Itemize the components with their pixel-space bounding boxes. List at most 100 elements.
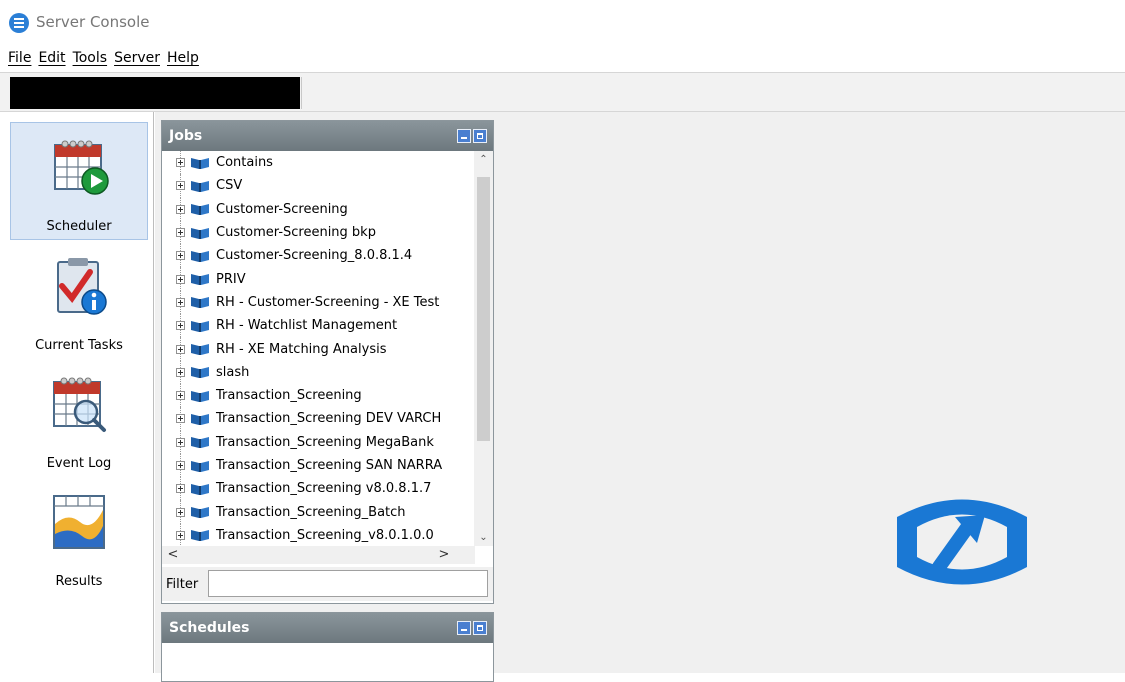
job-book-icon <box>191 367 209 379</box>
nav-current-tasks-label: Current Tasks <box>35 338 123 353</box>
expand-icon[interactable] <box>176 204 185 214</box>
tree-item-label: slash <box>216 364 250 380</box>
menu-help[interactable]: Help <box>167 50 199 72</box>
center-panels: Jobs Contains CSV Customer-Screening Custom… <box>155 112 497 682</box>
menu-bar: File Edit Tools Server Help <box>0 50 199 72</box>
tree-item[interactable]: RH - XE Matching Analysis <box>162 337 475 361</box>
job-book-icon <box>191 204 209 216</box>
tree-item[interactable]: RH - Customer-Screening - XE Test <box>162 290 475 315</box>
expand-icon[interactable] <box>176 367 185 377</box>
left-navigation: Scheduler Current Tasks Event Log Result… <box>0 112 154 673</box>
expand-icon[interactable] <box>176 484 185 494</box>
minimize-icon[interactable] <box>457 621 471 635</box>
scroll-right-icon[interactable]: > <box>435 546 453 564</box>
title-bar: Server Console <box>0 0 1125 44</box>
tree-item-label: Transaction_Screening_v8.0.1.0.0 <box>216 527 434 543</box>
filter-label: Filter <box>166 577 199 592</box>
tree-item-label: Transaction_Screening MegaBank <box>216 434 434 450</box>
calendar-magnifier-icon <box>53 377 106 432</box>
expand-icon[interactable] <box>176 344 185 354</box>
expand-icon[interactable] <box>176 321 185 331</box>
expand-icon[interactable] <box>176 507 185 517</box>
menu-tools[interactable]: Tools <box>73 50 108 72</box>
brand-logo-icon <box>897 499 1027 585</box>
tree-item[interactable]: Customer-Screening_8.0.8.1.4 <box>162 244 475 268</box>
tree-item[interactable]: Transaction_Screening_v8.0.1.0.0 <box>162 523 475 546</box>
filter-row: Filter <box>162 567 493 601</box>
tree-item-label: Transaction_Screening v8.0.8.1.7 <box>216 481 432 497</box>
tree-item-label: RH - Customer-Screening - XE Test <box>216 294 440 310</box>
tree-item[interactable]: Customer-Screening <box>162 197 475 221</box>
jobs-panel-header: Jobs <box>162 121 493 151</box>
job-book-icon <box>191 297 209 309</box>
tree-item[interactable]: Transaction_Screening_Batch <box>162 500 475 524</box>
tree-item-label: RH - Watchlist Management <box>216 318 398 334</box>
nav-scheduler[interactable]: Scheduler <box>10 122 148 240</box>
expand-icon[interactable] <box>176 437 185 447</box>
menu-edit[interactable]: Edit <box>38 50 65 72</box>
redacted-region <box>10 77 300 109</box>
tree-item[interactable]: Transaction_Screening <box>162 383 475 408</box>
expand-icon[interactable] <box>176 391 185 401</box>
tree-item[interactable]: RH - Watchlist Management <box>162 314 475 338</box>
nav-current-tasks[interactable]: Current Tasks <box>10 242 148 360</box>
jobs-panel-title: Jobs <box>169 128 203 144</box>
expand-icon[interactable] <box>176 414 185 424</box>
vertical-scrollbar[interactable]: ⌃ ⌄ <box>474 151 493 546</box>
toolbar <box>0 72 1125 112</box>
expand-icon[interactable] <box>176 158 185 168</box>
expand-icon[interactable] <box>176 297 185 307</box>
scroll-left-icon[interactable]: < <box>164 546 182 564</box>
nav-event-log-label: Event Log <box>46 456 112 471</box>
tree-item-label: Transaction_Screening SAN NARRA <box>216 458 443 473</box>
job-book-icon <box>191 180 209 192</box>
expand-icon[interactable] <box>176 228 185 238</box>
app-menu-icon[interactable] <box>9 13 29 33</box>
job-book-icon <box>191 390 209 402</box>
tree-item-label: Transaction_Screening_Batch <box>216 504 406 520</box>
job-book-icon <box>191 530 209 542</box>
tree-item[interactable]: Transaction_Screening SAN NARRA <box>162 453 475 478</box>
tree-item[interactable]: PRIV <box>162 267 475 291</box>
tree-item[interactable]: Transaction_Screening v8.0.8.1.7 <box>162 477 475 501</box>
menu-server[interactable]: Server <box>114 50 160 72</box>
expand-icon[interactable] <box>176 181 185 191</box>
tree-item-label: Transaction_Screening <box>216 388 362 404</box>
jobs-panel: Jobs Contains CSV Customer-Screening Custom… <box>161 120 494 604</box>
job-book-icon <box>191 460 209 472</box>
scroll-down-icon[interactable]: ⌄ <box>474 529 493 546</box>
maximize-icon[interactable] <box>473 621 487 635</box>
maximize-icon[interactable] <box>473 129 487 143</box>
nav-results[interactable]: Results <box>10 478 148 596</box>
tree-item[interactable]: Customer-Screening bkp <box>162 220 475 245</box>
tree-item-label: RH - XE Matching Analysis <box>216 341 387 357</box>
expand-icon[interactable] <box>176 461 185 470</box>
menu-file[interactable]: File <box>8 50 31 72</box>
tree-item[interactable]: Transaction_Screening MegaBank <box>162 430 475 454</box>
tree-item[interactable]: slash <box>162 360 475 384</box>
horizontal-scrollbar[interactable]: < > <box>162 546 475 564</box>
tree-item-label: Customer-Screening <box>216 201 348 217</box>
scrollbar-thumb[interactable] <box>477 177 490 441</box>
jobs-tree[interactable]: Contains CSV Customer-Screening Customer-Sc… <box>162 151 475 546</box>
expand-icon[interactable] <box>176 251 185 261</box>
tree-item-label: Customer-Screening_8.0.8.1.4 <box>216 248 413 264</box>
schedules-panel-title: Schedules <box>169 620 250 636</box>
nav-scheduler-label: Scheduler <box>46 219 112 234</box>
job-book-icon <box>191 437 209 449</box>
tree-item[interactable]: Contains <box>162 151 475 175</box>
filter-input[interactable] <box>208 570 488 597</box>
job-book-icon <box>191 344 209 356</box>
tree-item[interactable]: CSV <box>162 174 475 198</box>
expand-icon[interactable] <box>176 274 185 284</box>
minimize-icon[interactable] <box>457 129 471 143</box>
window-title: Server Console <box>36 13 150 31</box>
nav-results-label: Results <box>55 574 103 589</box>
job-book-icon <box>191 483 209 495</box>
expand-icon[interactable] <box>176 530 185 540</box>
nav-event-log[interactable]: Event Log <box>10 360 148 478</box>
calendar-play-icon <box>54 140 109 195</box>
tree-item[interactable]: Transaction_Screening DEV VARCH <box>162 407 475 431</box>
job-book-icon <box>191 274 209 286</box>
scroll-up-icon[interactable]: ⌃ <box>474 151 493 168</box>
